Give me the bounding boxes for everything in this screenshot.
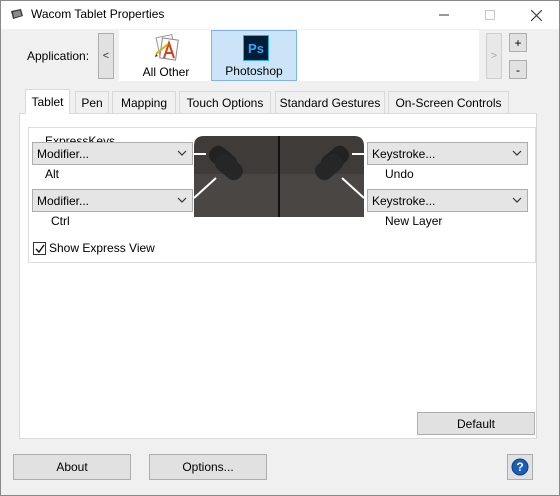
tab-touch-options[interactable]: Touch Options [179,91,271,113]
svg-text:?: ? [516,460,523,474]
dropdown-value: Modifier... [37,146,90,161]
expresskey-right-2-value: New Layer [385,214,443,228]
expresskey-left-1-dropdown[interactable]: Modifier... [32,142,193,165]
app-scroll-left-button[interactable]: < [98,33,114,79]
minimize-icon [439,14,449,16]
remove-application-button[interactable]: - [509,60,527,79]
application-label: Application: [27,49,90,63]
title-bar: Wacom Tablet Properties [1,1,559,29]
add-application-button[interactable]: + [509,33,527,52]
expresskey-right-1-dropdown[interactable]: Keystroke... [367,142,528,165]
tab-on-screen-controls[interactable]: On-Screen Controls [388,91,509,113]
app-tile-label: All Other [142,65,190,79]
expresskey-right-1-value: Undo [385,167,414,181]
show-express-view-label: Show Express View [49,241,155,255]
chevron-down-icon [512,150,522,156]
window-title: Wacom Tablet Properties [31,7,165,21]
dropdown-value: Keystroke... [372,146,436,161]
tab-standard-gestures[interactable]: Standard Gestures [275,91,385,113]
options-button[interactable]: Options... [149,454,267,480]
close-icon [530,9,542,21]
minimize-button[interactable] [421,1,467,29]
tab-pen[interactable]: Pen [75,91,109,113]
expresskey-left-2-dropdown[interactable]: Modifier... [32,189,193,212]
chevron-down-icon [512,197,522,203]
default-button[interactable]: Default [417,412,535,435]
expresskey-left-2-value: Ctrl [51,214,70,228]
all-other-apps-icon [155,33,179,61]
tab-tablet[interactable]: Tablet [25,89,70,114]
tab-mapping[interactable]: Mapping [112,91,176,113]
wacom-properties-window: Wacom Tablet Properties Application: < A… [0,0,560,496]
help-button[interactable]: ? [507,454,533,480]
app-scroll-right-button[interactable]: > [486,33,502,79]
expresskey-right-2-dropdown[interactable]: Keystroke... [367,189,528,212]
tablet-expresskeys-illustration [194,136,364,217]
wacom-app-icon [11,9,23,19]
chevron-down-icon [177,197,187,203]
close-button[interactable] [513,1,559,29]
maximize-icon [485,10,495,20]
maximize-button[interactable] [467,1,513,29]
about-button[interactable]: About [13,454,131,480]
dropdown-value: Modifier... [37,193,90,208]
show-express-view-checkbox[interactable] [33,242,46,255]
app-tile-all-other[interactable]: All Other [123,30,209,81]
chevron-down-icon [177,150,187,156]
help-icon: ? [511,458,529,476]
checkmark-icon [35,244,45,253]
expresskey-left-1-value: Alt [45,167,60,181]
dropdown-value: Keystroke... [372,193,436,208]
application-list: All Other Ps Photoshop [119,30,479,81]
app-tile-label: Photoshop [225,64,283,78]
photoshop-icon: Ps [243,35,269,61]
app-tile-photoshop[interactable]: Ps Photoshop [211,30,297,81]
